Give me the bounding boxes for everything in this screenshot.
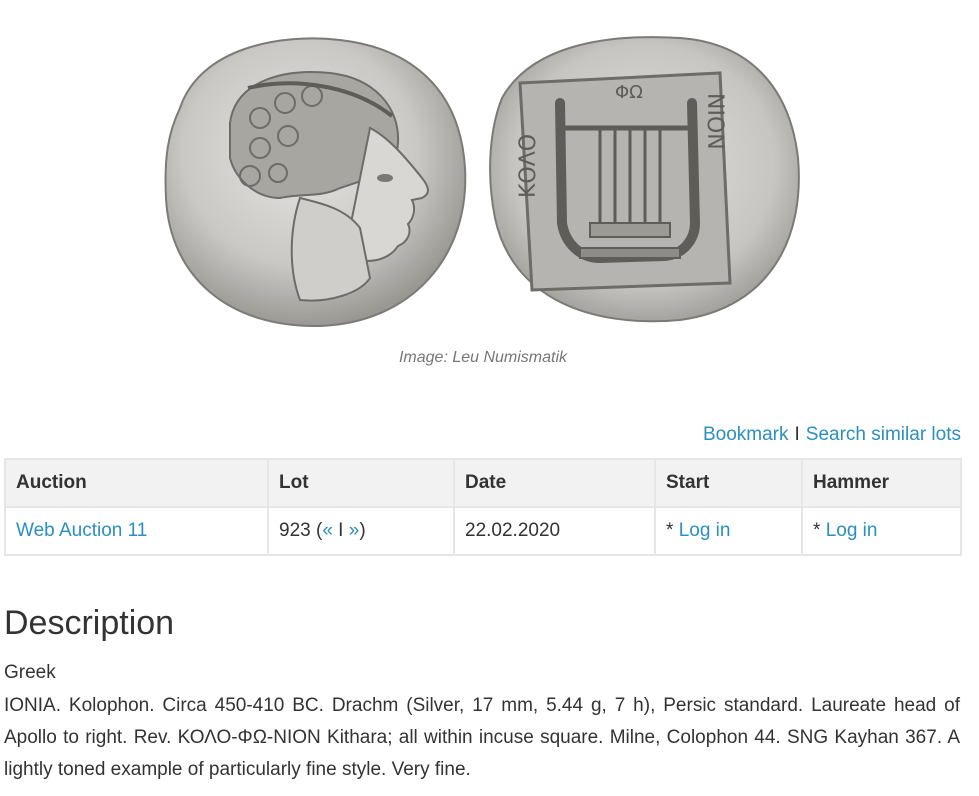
reverse-legend-left: ΚΟΛΟ bbox=[516, 134, 541, 198]
search-similar-lots-link[interactable]: Search similar lots bbox=[806, 424, 961, 445]
col-header-lot: Lot bbox=[267, 458, 455, 508]
coin-image[interactable]: ΚΟΛΟ ΦΩ ΝΙΟΝ bbox=[160, 28, 805, 328]
lot-table: Auction Lot Date Start Hammer Web Auctio… bbox=[4, 458, 962, 556]
hammer-login-link[interactable]: Log in bbox=[826, 520, 878, 541]
col-header-auction: Auction bbox=[4, 458, 269, 508]
hammer-prefix: * bbox=[813, 520, 821, 541]
cell-auction: Web Auction 11 bbox=[4, 506, 269, 556]
cell-hammer: * Log in bbox=[801, 506, 962, 556]
image-caption: Image: Leu Numismatik bbox=[398, 349, 568, 366]
bookmark-link[interactable]: Bookmark bbox=[703, 424, 789, 445]
reverse-coin: ΚΟΛΟ ΦΩ ΝΙΟΝ bbox=[489, 36, 800, 323]
col-header-hammer: Hammer bbox=[801, 458, 962, 508]
reverse-legend-top: ΦΩ bbox=[615, 82, 643, 103]
lot-number: 923 bbox=[279, 520, 311, 541]
table-row: Web Auction 11 923 (« I ») 22.02.2020 * … bbox=[4, 506, 962, 556]
cell-date: 22.02.2020 bbox=[453, 506, 656, 556]
reverse-legend-right: ΝΙΟΝ bbox=[702, 93, 727, 150]
col-header-start: Start bbox=[654, 458, 803, 508]
description-category: Greek bbox=[4, 662, 56, 683]
start-prefix: * bbox=[666, 520, 674, 541]
col-header-date: Date bbox=[453, 458, 656, 508]
next-lot-link[interactable]: » bbox=[349, 520, 360, 541]
cell-start: * Log in bbox=[654, 506, 803, 556]
description-text: IONIA. Kolophon. Circa 450-410 BC. Drach… bbox=[4, 695, 960, 780]
previous-lot-link[interactable]: « bbox=[322, 520, 333, 541]
cell-lot: 923 (« I ») bbox=[267, 506, 455, 556]
start-login-link[interactable]: Log in bbox=[679, 520, 731, 541]
actions-separator: I bbox=[794, 424, 800, 445]
lot-actions: Bookmark I Search similar lots bbox=[703, 424, 961, 446]
lot-nav-separator: I bbox=[338, 520, 344, 541]
auction-link[interactable]: Web Auction 11 bbox=[16, 520, 147, 541]
description-heading: Description bbox=[4, 604, 175, 642]
table-header-row: Auction Lot Date Start Hammer bbox=[4, 458, 962, 508]
obverse-coin bbox=[164, 37, 467, 328]
